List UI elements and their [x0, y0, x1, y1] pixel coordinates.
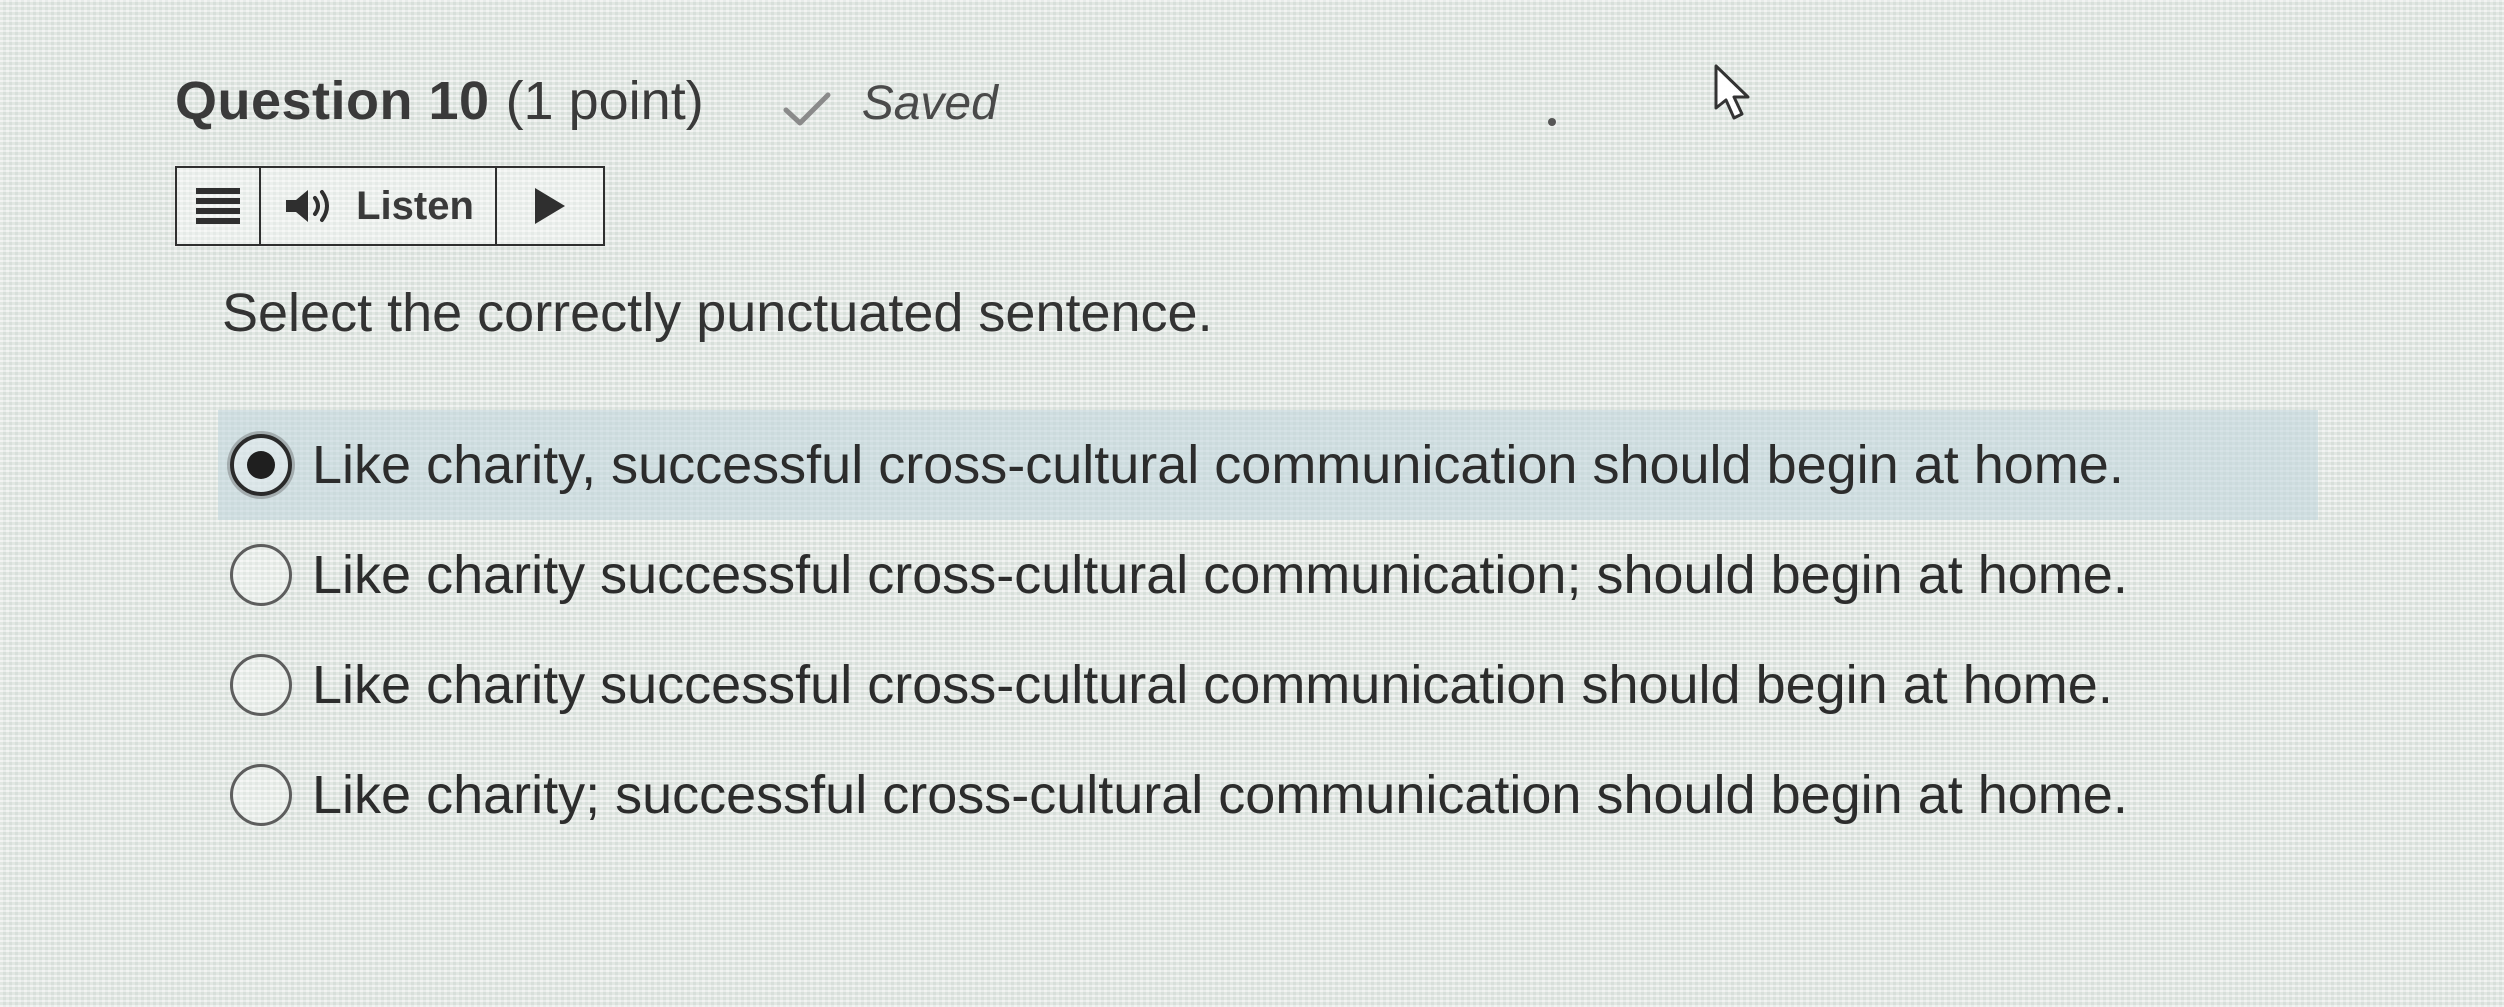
answer-option-text: Like charity successful cross-cultural c… [312, 655, 2113, 715]
question-title: Question 10 [175, 71, 490, 131]
radio-button[interactable] [230, 654, 292, 716]
answer-option-4[interactable]: Like charity; successful cross-cultural … [218, 740, 2318, 850]
answer-options: Like charity, successful cross-cultural … [218, 410, 2318, 850]
question-header: Question 10 (1 point) Saved [175, 70, 998, 150]
radio-button-selected[interactable] [230, 434, 292, 496]
play-icon [535, 188, 565, 224]
question-points: (1 point) [505, 71, 704, 131]
answer-option-2[interactable]: Like charity successful cross-cultural c… [218, 520, 2318, 630]
answer-option-3[interactable]: Like charity successful cross-cultural c… [218, 630, 2318, 740]
answer-option-1[interactable]: Like charity, successful cross-cultural … [218, 410, 2318, 520]
saved-status: Saved [782, 76, 998, 131]
checkmark-icon [783, 92, 831, 125]
radio-button[interactable] [230, 764, 292, 826]
radio-dot-icon [247, 451, 275, 479]
saved-label: Saved [861, 77, 998, 130]
radio-button[interactable] [230, 544, 292, 606]
mouse-pointer-icon [1714, 64, 1750, 120]
toolbar-menu-button[interactable] [177, 168, 261, 244]
listen-button[interactable]: Listen [261, 168, 497, 244]
hamburger-menu-icon [196, 188, 240, 224]
speaker-icon [286, 190, 330, 222]
answer-option-text: Like charity successful cross-cultural c… [312, 545, 2128, 605]
question-prompt: Select the correctly punctuated sentence… [222, 283, 1213, 343]
listen-label: Listen [356, 183, 474, 228]
answer-option-text: Like charity; successful cross-cultural … [312, 765, 2128, 825]
screen-speck [1548, 118, 1556, 126]
read-aloud-toolbar: Listen [175, 166, 605, 246]
answer-option-text: Like charity, successful cross-cultural … [312, 435, 2124, 495]
play-button[interactable] [497, 168, 603, 244]
